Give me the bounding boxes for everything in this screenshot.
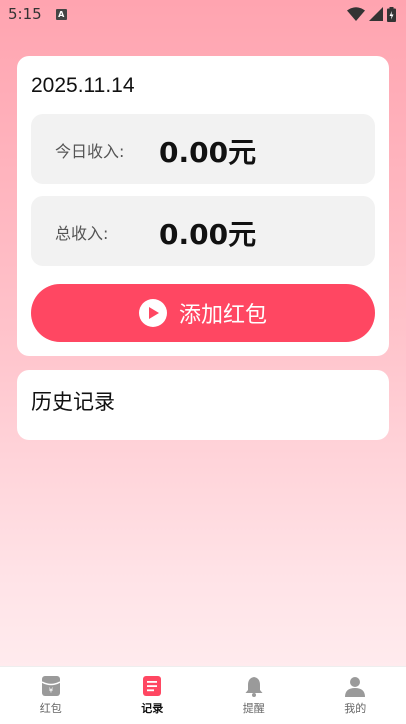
nav-label-profile: 我的 [344,700,366,716]
play-icon [139,299,167,327]
wifi-icon [347,7,365,21]
income-card: 2025.11.14 今日收入: 0.00元 总收入: 0.00元 添加红包 [17,56,389,356]
total-income-panel: 总收入: 0.00元 [31,196,375,266]
nav-item-records[interactable]: 记录 [102,667,204,724]
add-red-packet-label: 添加红包 [179,297,267,329]
add-red-packet-button[interactable]: 添加红包 [31,284,375,342]
today-income-panel: 今日收入: 0.00元 [31,114,375,184]
wallet-icon: ¥ [40,675,62,697]
notebook-icon [141,675,163,697]
nav-label-red-packet: 红包 [40,700,62,716]
bottom-nav: ¥ 红包 记录 提醒 [0,666,406,724]
nav-label-reminder: 提醒 [243,700,265,716]
status-bar: 5:15 A [0,0,406,28]
today-income-value: 0.00元 [159,131,256,171]
svg-text:¥: ¥ [49,687,54,695]
status-time: 5:15 [8,5,42,23]
bell-icon [243,675,265,697]
nav-item-reminder[interactable]: 提醒 [203,667,305,724]
total-income-label: 总收入: [55,220,108,244]
nav-item-profile[interactable]: 我的 [305,667,406,724]
total-income-value: 0.00元 [159,213,256,253]
nav-label-records: 记录 [141,700,163,716]
battery-icon [387,7,396,22]
history-card[interactable]: 历史记录 [17,370,389,440]
user-icon [344,675,366,697]
today-income-label: 今日收入: [55,138,124,162]
current-date: 2025.11.14 [31,74,135,98]
history-title: 历史记录 [31,386,115,416]
notification-app-icon: A [56,9,67,20]
nav-item-red-packet[interactable]: ¥ 红包 [0,667,102,724]
signal-icon [369,7,383,21]
